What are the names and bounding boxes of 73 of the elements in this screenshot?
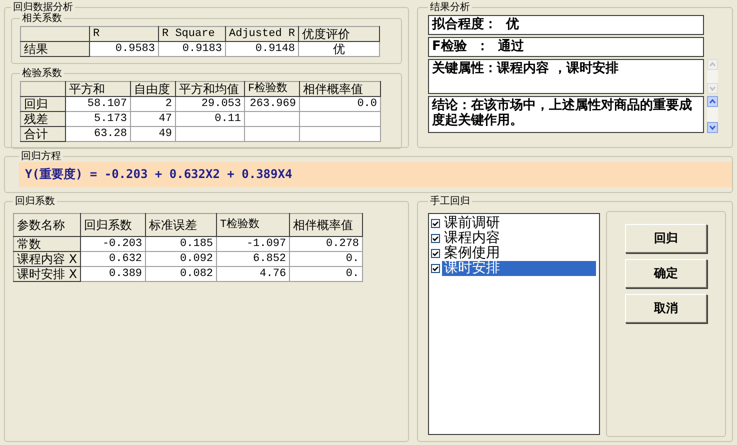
row-header: 课时安排 X	[14, 266, 81, 282]
table-cell: 63.28	[66, 126, 130, 142]
row-header: 结果	[20, 42, 90, 56]
table-cell: 4.76	[216, 266, 290, 282]
table-cell: 6.852	[216, 252, 290, 266]
list-item[interactable]: 课时安排	[442, 261, 596, 276]
table-cell: 49	[130, 126, 176, 142]
checkbox[interactable]	[431, 219, 440, 228]
table-cell: -1.097	[216, 236, 290, 252]
list-item[interactable]: 案例使用	[442, 246, 596, 261]
table-cell: 0.389	[80, 266, 146, 282]
table-cell: 优	[298, 42, 380, 56]
table-cell: 0.11	[176, 112, 244, 126]
column-header: 平方和均值	[176, 82, 244, 96]
result-field[interactable]: 拟合程度： 优	[428, 15, 704, 35]
column-header: 标准误差	[146, 214, 217, 236]
column-header: F检验数	[244, 82, 300, 96]
row-header: 合计	[20, 126, 66, 142]
table-cell: 58.107	[66, 96, 130, 112]
table-cell: 0.9583	[90, 42, 158, 56]
column-header: 自由度	[130, 82, 176, 96]
column-header: 相伴概率值	[300, 82, 380, 96]
list-item[interactable]: 课前调研	[442, 216, 596, 231]
table-cell: 2	[130, 96, 176, 112]
column-header: T检验数	[216, 214, 290, 236]
table-cell: 0.0	[300, 96, 380, 112]
action-button[interactable]: 取消	[625, 294, 707, 323]
column-header: R Square	[158, 26, 226, 42]
equation-text: Y(重要度) = -0.203 + 0.632X2 + 0.389X4	[19, 162, 732, 187]
column-header: 优度评价	[298, 26, 380, 42]
table-cell: 5.173	[66, 112, 130, 126]
column-header: 回归系数	[80, 214, 146, 236]
table-cell: 0.278	[290, 236, 363, 252]
row-header: 常数	[14, 236, 81, 252]
table-cell: 0.	[290, 252, 363, 266]
table-cell: 0.185	[146, 236, 217, 252]
scroll-up-button[interactable]	[707, 96, 718, 107]
table-cell: 47	[130, 112, 176, 126]
action-button[interactable]: 回归	[625, 224, 707, 253]
column-header: Adjusted R	[226, 26, 299, 42]
column-header: 相伴概率值	[290, 214, 363, 236]
column-header: R	[90, 26, 158, 42]
row-header: 课程内容 X	[14, 252, 81, 266]
table-cell: 0.082	[146, 266, 217, 282]
result-field[interactable]: F检验 ： 通过	[428, 37, 704, 57]
row-header: 残差	[20, 112, 66, 126]
checkbox[interactable]	[431, 249, 440, 258]
scrollbar[interactable]	[707, 96, 718, 133]
column-header: 参数名称	[14, 214, 81, 236]
table-cell: 0.9148	[226, 42, 299, 56]
table-cell: -0.203	[80, 236, 146, 252]
checkbox[interactable]	[431, 264, 440, 273]
group-title: 手工回归	[429, 196, 471, 207]
group-title: 结果分析	[429, 2, 471, 13]
group-title: 回归方程	[20, 151, 62, 162]
scroll-down-button[interactable]	[707, 122, 718, 133]
list-item[interactable]: 课程内容	[442, 231, 596, 246]
group-title: 回归数据分析	[12, 2, 74, 13]
result-field[interactable]: 结论：在该市场中，上述属性对商品的重要成度起关键作用。	[428, 96, 704, 133]
column-header: 平方和	[66, 82, 130, 96]
table-cell: 0.	[290, 266, 363, 282]
checkbox[interactable]	[431, 234, 440, 243]
table-cell: 29.053	[176, 96, 244, 112]
result-field[interactable]: 关键属性：课程内容 ，课时安排	[428, 59, 704, 94]
table-cell: 263.969	[244, 96, 300, 112]
group-title: 相关系数	[21, 13, 63, 24]
table-cell: 0.9183	[158, 42, 226, 56]
group-title: 回归系数	[14, 196, 56, 207]
action-button[interactable]: 确定	[625, 259, 707, 288]
table-cell: 0.092	[146, 252, 217, 266]
table-cell: 0.632	[80, 252, 146, 266]
group-title: 检验系数	[21, 68, 63, 79]
row-header: 回归	[20, 96, 66, 112]
